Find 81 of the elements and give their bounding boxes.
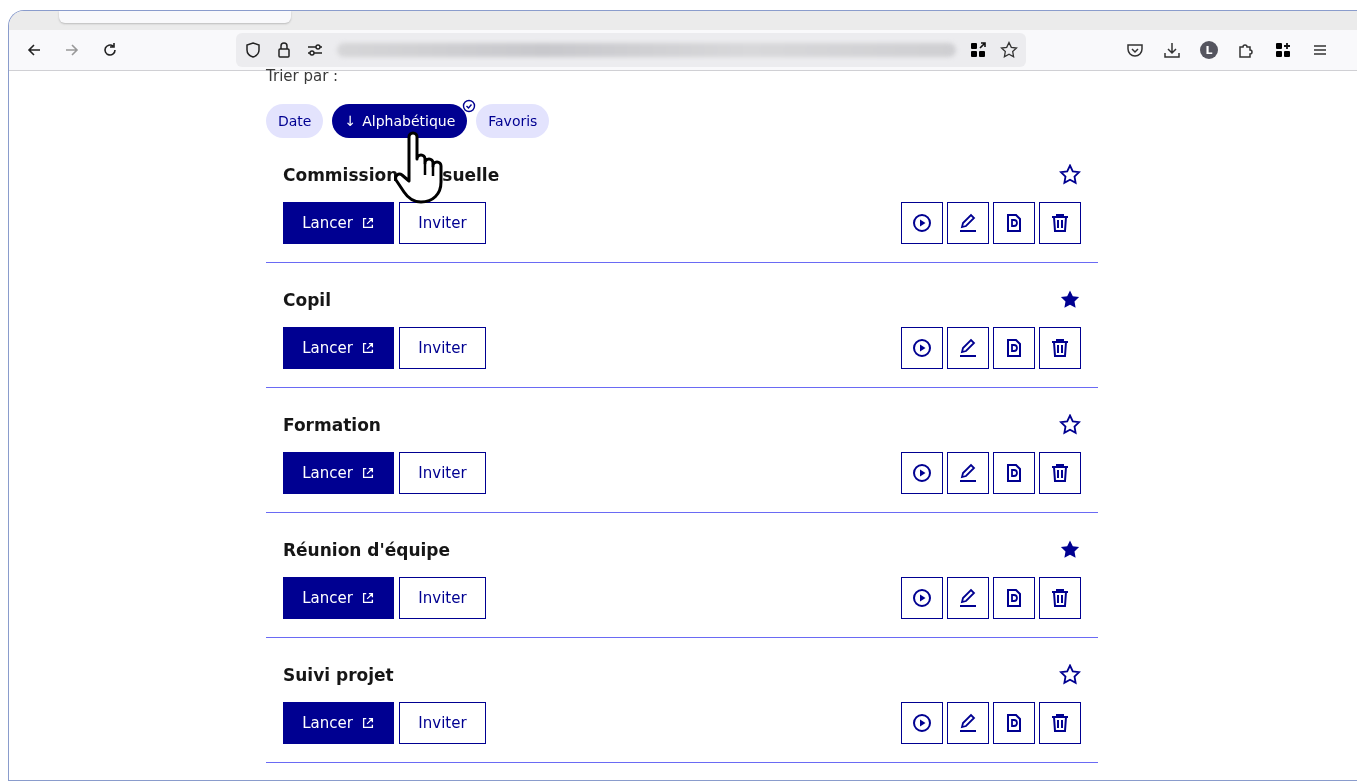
- edit-button[interactable]: [947, 327, 989, 369]
- invite-button[interactable]: Inviter: [399, 702, 486, 744]
- sliders-icon[interactable]: [306, 41, 324, 59]
- launch-button[interactable]: Lancer: [283, 577, 394, 619]
- play-icon: [912, 463, 932, 483]
- delete-button[interactable]: [1039, 327, 1081, 369]
- star-icon[interactable]: [1000, 41, 1018, 59]
- external-link-icon: [360, 216, 375, 230]
- meeting-title: Copil: [283, 290, 331, 310]
- grid-icon[interactable]: [969, 41, 987, 59]
- document-button[interactable]: [993, 202, 1035, 244]
- play-button[interactable]: [901, 452, 943, 494]
- meeting-title: Suivi projet: [283, 665, 394, 685]
- play-icon: [912, 588, 932, 608]
- star-icon[interactable]: [1059, 664, 1081, 686]
- pocket-icon[interactable]: [1126, 41, 1144, 59]
- trash-icon: [1050, 213, 1070, 233]
- launch-button[interactable]: Lancer: [283, 702, 394, 744]
- edit-button[interactable]: [947, 702, 989, 744]
- document-button[interactable]: [993, 577, 1035, 619]
- document-icon: [1004, 463, 1024, 483]
- document-button[interactable]: [993, 702, 1035, 744]
- document-button[interactable]: [993, 327, 1035, 369]
- delete-button[interactable]: [1039, 702, 1081, 744]
- meeting-title: Réunion d'équipe: [283, 540, 451, 560]
- sort-chip[interactable]: Favoris: [476, 104, 550, 138]
- trash-icon: [1050, 713, 1070, 733]
- check-badge-icon: [462, 99, 477, 113]
- play-button[interactable]: [901, 702, 943, 744]
- delete-button[interactable]: [1039, 577, 1081, 619]
- invite-button[interactable]: Inviter: [399, 577, 486, 619]
- grid-plus-icon[interactable]: [1274, 41, 1292, 59]
- invite-button[interactable]: Inviter: [399, 202, 486, 244]
- star-icon[interactable]: [1059, 289, 1081, 311]
- launch-button[interactable]: Lancer: [283, 452, 394, 494]
- meeting-title: Formation: [283, 415, 381, 435]
- sort-chip[interactable]: ↓ Alphabétique: [332, 104, 468, 138]
- delete-button[interactable]: [1039, 202, 1081, 244]
- play-icon: [912, 213, 932, 233]
- reload-icon[interactable]: [101, 41, 119, 59]
- profile-avatar[interactable]: L: [1200, 41, 1218, 59]
- trash-icon: [1050, 463, 1070, 483]
- trash-icon: [1050, 588, 1070, 608]
- pencil-icon: [958, 338, 978, 358]
- play-button[interactable]: [901, 202, 943, 244]
- puzzle-icon[interactable]: [1237, 41, 1255, 59]
- play-button[interactable]: [901, 577, 943, 619]
- star-icon[interactable]: [1059, 539, 1081, 561]
- invite-button[interactable]: Inviter: [399, 452, 486, 494]
- edit-button[interactable]: [947, 452, 989, 494]
- edit-button[interactable]: [947, 202, 989, 244]
- star-icon[interactable]: [1059, 164, 1081, 186]
- invite-button[interactable]: Inviter: [399, 327, 486, 369]
- play-icon: [912, 338, 932, 358]
- launch-button[interactable]: Lancer: [283, 327, 394, 369]
- meeting-title: Commission suelle: [283, 165, 500, 185]
- pencil-icon: [958, 713, 978, 733]
- trash-icon: [1050, 338, 1070, 358]
- document-button[interactable]: [993, 452, 1035, 494]
- document-icon: [1004, 713, 1024, 733]
- document-icon: [1004, 588, 1024, 608]
- document-icon: [1004, 338, 1024, 358]
- external-link-icon: [360, 341, 375, 355]
- star-icon[interactable]: [1059, 414, 1081, 436]
- external-link-icon: [360, 716, 375, 730]
- lock-icon: [275, 41, 293, 59]
- external-link-icon: [360, 591, 375, 605]
- sort-chip[interactable]: Date: [266, 104, 324, 138]
- pencil-icon: [958, 463, 978, 483]
- download-icon[interactable]: [1163, 41, 1181, 59]
- document-icon: [1004, 213, 1024, 233]
- launch-button[interactable]: Lancer: [283, 202, 394, 244]
- external-link-icon: [360, 466, 375, 480]
- play-button[interactable]: [901, 327, 943, 369]
- delete-button[interactable]: [1039, 452, 1081, 494]
- play-icon: [912, 713, 932, 733]
- sort-label: Trier par :: [266, 66, 340, 86]
- pencil-icon: [958, 213, 978, 233]
- edit-button[interactable]: [947, 577, 989, 619]
- shield-icon: [244, 41, 262, 59]
- pencil-icon: [958, 588, 978, 608]
